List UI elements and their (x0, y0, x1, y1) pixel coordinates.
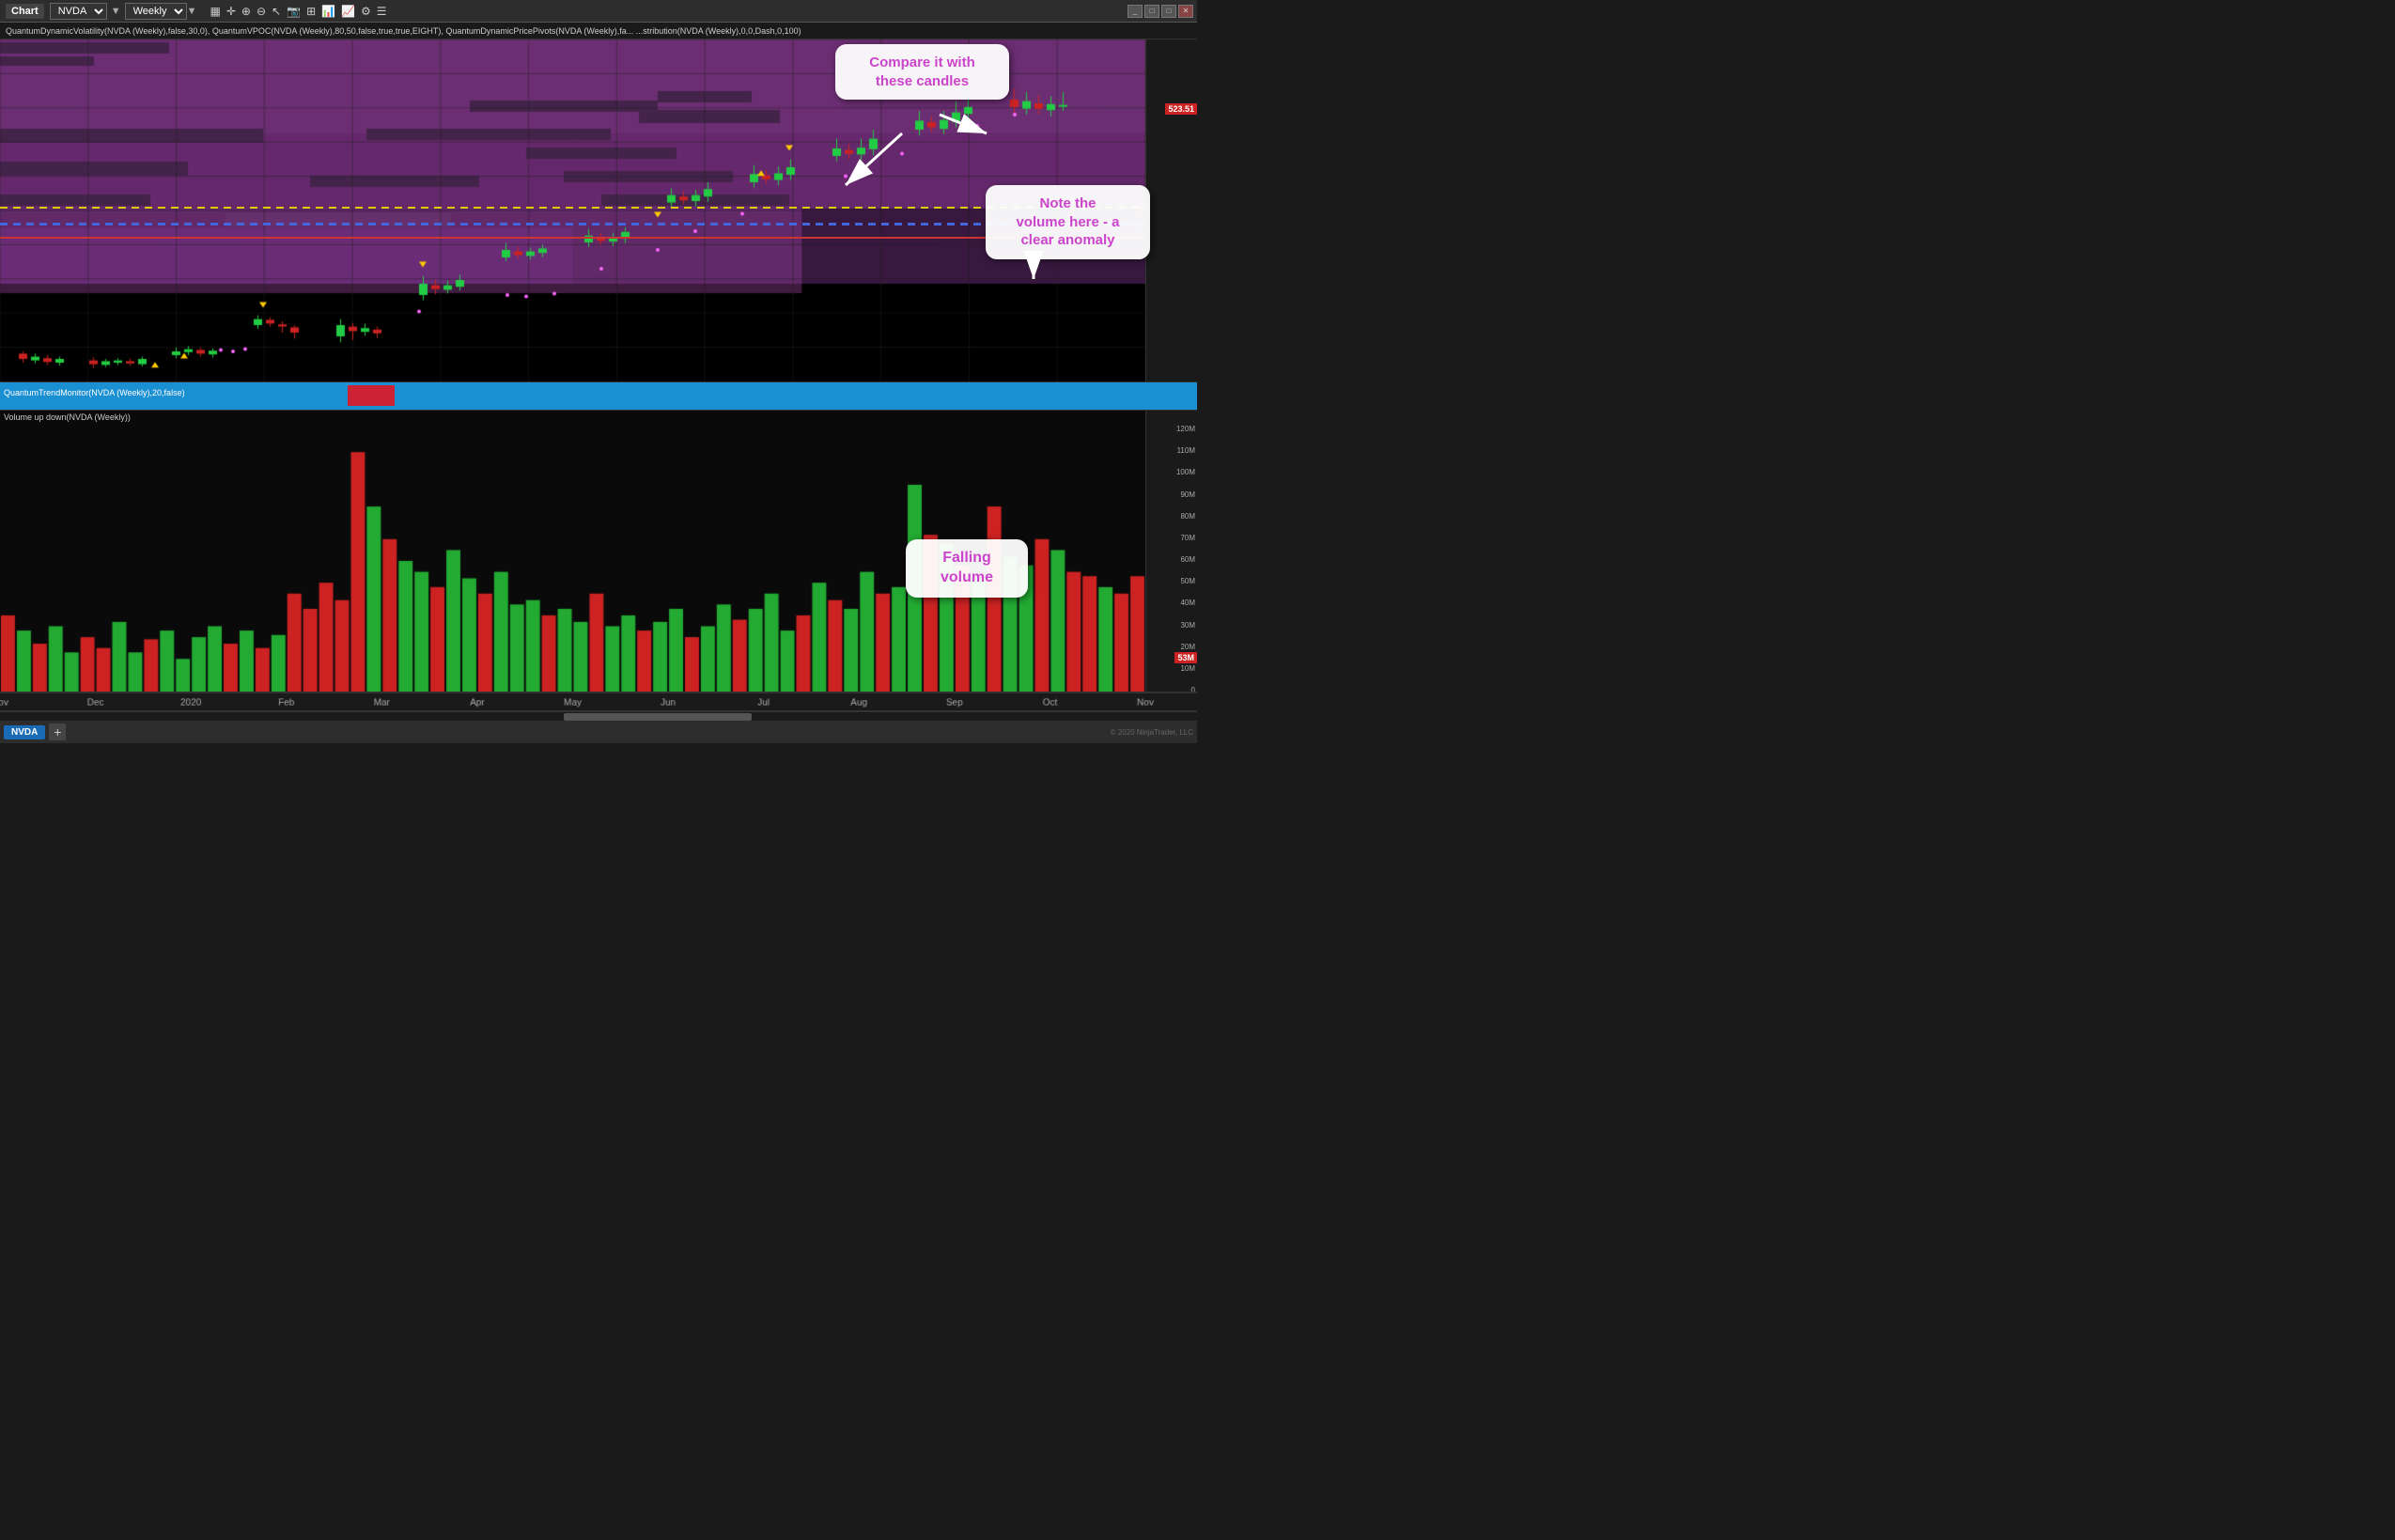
candle-icon[interactable]: 📊 (321, 5, 335, 18)
vol-tick-110: 110M (1177, 446, 1195, 455)
trend-monitor-panel: QuantumTrendMonitor(NVDA (Weekly),20,fal… (0, 382, 1197, 411)
add-tab-button[interactable]: + (49, 723, 66, 740)
bar-chart-icon[interactable]: ▦ (210, 5, 221, 18)
vol-tick-120: 120M (1176, 425, 1195, 433)
maximize-button[interactable]: □ (1161, 5, 1176, 18)
current-price-label: 523.51 (1165, 103, 1197, 115)
vol-tick-70: 70M (1180, 534, 1195, 542)
restore-button[interactable]: □ (1144, 5, 1159, 18)
vol-tick-10: 10M (1180, 664, 1195, 673)
copyright-text: © 2020 NinjaTrader, LLC (1111, 728, 1193, 737)
vol-tick-50: 50M (1180, 577, 1195, 585)
vol-tick-100: 100M (1176, 468, 1195, 476)
time-axis-canvas (0, 693, 1197, 710)
symbol-selector[interactable]: NVDA (50, 3, 107, 20)
vol-tick-60: 60M (1180, 555, 1195, 564)
cursor-icon[interactable]: ✛ (226, 5, 236, 18)
toolbar: ▦ ✛ ⊕ ⊖ ↖ 📷 ⊞ 📊 📈 ⚙ ☰ (210, 5, 387, 18)
camera-icon[interactable]: 📷 (287, 5, 301, 18)
tab-bar: NVDA + © 2020 NinjaTrader, LLC (0, 721, 1197, 743)
window-controls: _ □ □ ✕ (1128, 5, 1193, 18)
red-solid-line (0, 237, 1145, 239)
scrollbar-thumb[interactable] (564, 713, 752, 721)
annotation-falling-volume: Fallingvolume (906, 539, 1028, 598)
vol-tick-20: 20M (1180, 643, 1195, 651)
arrow-icon[interactable]: ↖ (272, 5, 281, 18)
time-axis (0, 692, 1197, 711)
histogram-label: Volume up down(NVDA (Weekly)) (4, 412, 131, 422)
line-icon[interactable]: 📈 (341, 5, 355, 18)
volume-axis: 120M 110M 100M 90M 80M 70M 60M 50M 40M 30M 20M 10M 0 (1145, 411, 1197, 692)
current-vol-label: 53M (1174, 652, 1197, 663)
yellow-dashed-line (0, 207, 1145, 209)
scrollbar[interactable] (0, 711, 1197, 721)
vol-tick-90: 90M (1180, 490, 1195, 499)
annotation-volume-anomaly: Note thevolume here - aclear anomaly (986, 185, 1150, 259)
menu-icon[interactable]: ☰ (377, 5, 387, 18)
histogram-panel: Volume up down(NVDA (Weekly)) 120M 110M 10… (0, 411, 1197, 692)
vol-tick-0: 0 (1191, 686, 1195, 692)
annotation-compare-candles: Compare it withthese candles (835, 44, 1009, 100)
close-button[interactable]: ✕ (1178, 5, 1193, 18)
indicator-bar: QuantumDynamicVolatility(NVDA (Weekly),f… (0, 23, 1197, 39)
minimize-button[interactable]: _ (1128, 5, 1143, 18)
grid-icon[interactable]: ⊞ (306, 5, 316, 18)
price-panel: 600.00580.00560.00540.00500.00480.00460.… (0, 39, 1197, 382)
chart-label: Chart (6, 4, 44, 19)
zoom-out-icon[interactable]: ⊖ (257, 5, 266, 18)
title-bar: Chart NVDA ▼ Weekly ▼ ▦ ✛ ⊕ ⊖ ↖ 📷 ⊞ 📊 📈 … (0, 0, 1197, 23)
vol-tick-30: 30M (1180, 621, 1195, 630)
trend-label: QuantumTrendMonitor(NVDA (Weekly),20,fal… (4, 388, 185, 397)
vol-tick-40: 40M (1180, 599, 1195, 607)
blue-dashed-line (0, 223, 1145, 226)
vol-tick-80: 80M (1180, 512, 1195, 521)
trend-red-block (348, 385, 395, 406)
zoom-in-icon[interactable]: ⊕ (241, 5, 251, 18)
indicator-text: QuantumDynamicVolatility(NVDA (Weekly),f… (6, 26, 801, 36)
nvda-tab[interactable]: NVDA (4, 725, 45, 739)
settings-icon[interactable]: ⚙ (361, 5, 371, 18)
period-selector[interactable]: Weekly (125, 3, 187, 20)
price-axis-labels (1145, 39, 1197, 381)
